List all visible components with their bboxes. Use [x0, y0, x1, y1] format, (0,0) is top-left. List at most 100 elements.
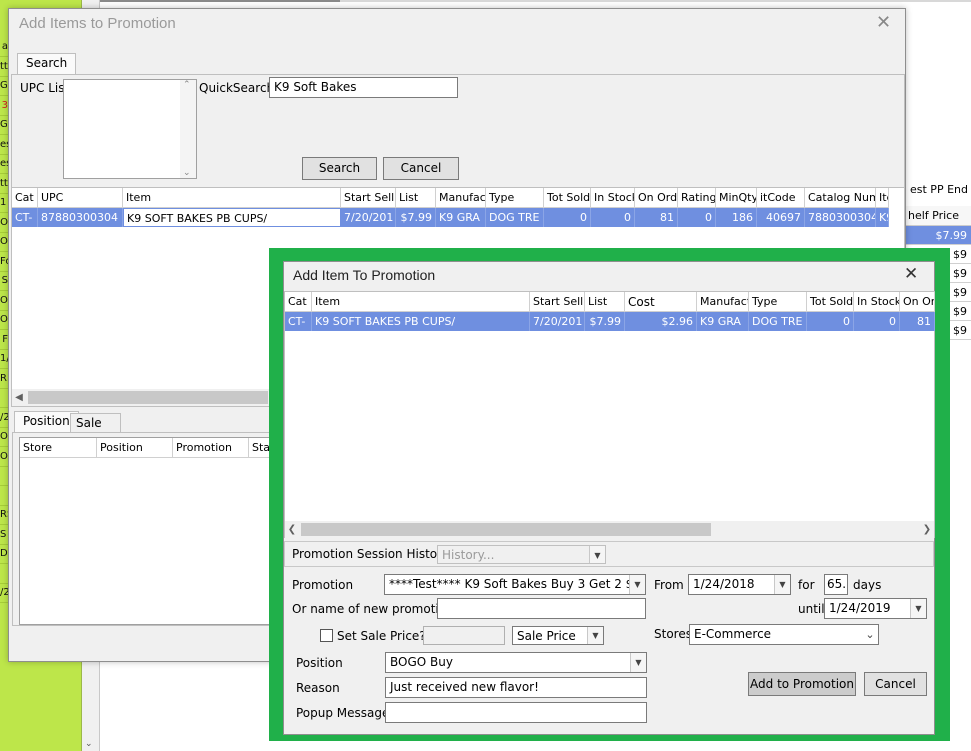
- scroll-up-icon[interactable]: ⌃: [183, 80, 191, 90]
- column-header-ite[interactable]: Ite: [876, 188, 889, 208]
- new-promotion-label: Or name of new promotion:: [292, 602, 458, 616]
- add-item-dialog: Add Item To Promotion ✕ Cat Item Start Sel…: [283, 261, 935, 735]
- table-cell-itcode[interactable]: 40697: [757, 208, 805, 227]
- quicksearch-input[interactable]: K9 Soft Bakes: [269, 77, 458, 98]
- table-cell-tot-sold[interactable]: 0: [807, 312, 854, 331]
- cancel-button[interactable]: Cancel: [864, 672, 927, 696]
- table-cell-type[interactable]: DOG TRE: [749, 312, 807, 331]
- new-promotion-input[interactable]: [437, 598, 646, 619]
- column-header-rating[interactable]: Rating: [678, 188, 716, 208]
- from-date-picker[interactable]: 1/24/2018 ▼: [688, 574, 791, 595]
- reason-input[interactable]: Just received new flavor!: [385, 677, 647, 698]
- scroll-left-icon[interactable]: ◀: [12, 389, 26, 406]
- column-header-cat[interactable]: Cat: [12, 188, 38, 208]
- session-history-dropdown[interactable]: History... ▼: [437, 545, 606, 564]
- table-cell-on-ord[interactable]: 81: [900, 312, 935, 331]
- column-header-catalog-number[interactable]: Catalog Number: [805, 188, 876, 208]
- position-grid: Store Position Promotion Star: [19, 437, 272, 625]
- background-grid-header: est PP End D: [906, 180, 971, 200]
- table-cell-upc[interactable]: 87880300304: [38, 208, 123, 227]
- column-header-promotion[interactable]: Promotion: [173, 438, 249, 458]
- column-header-cat[interactable]: Cat: [285, 292, 312, 312]
- sale-price-input[interactable]: [423, 626, 505, 645]
- column-header-type[interactable]: Type: [749, 292, 807, 312]
- stores-dropdown[interactable]: E-Commerce ⌄: [689, 624, 879, 645]
- table-cell-cost[interactable]: $2.96: [625, 312, 697, 331]
- column-header-manufact[interactable]: Manufact: [697, 292, 749, 312]
- close-icon[interactable]: ✕: [904, 264, 918, 284]
- table-cell-rating[interactable]: 0: [678, 208, 716, 227]
- column-header-on-ord[interactable]: On Ord: [900, 292, 935, 312]
- scrollbar-thumb[interactable]: [301, 523, 711, 536]
- column-header-start-sell[interactable]: Start Sell: [341, 188, 396, 208]
- add-to-promotion-button[interactable]: Add to Promotion: [748, 672, 856, 696]
- column-header-list[interactable]: List: [396, 188, 436, 208]
- cancel-button[interactable]: Cancel: [383, 157, 459, 180]
- position-dropdown[interactable]: BOGO Buy ▼: [385, 652, 647, 673]
- column-header-item[interactable]: Item: [123, 188, 341, 208]
- column-header-position[interactable]: Position: [97, 438, 173, 458]
- table-cell-start-sell[interactable]: 7/20/201: [341, 208, 396, 227]
- dialog-title: Add Items to Promotion: [19, 15, 176, 32]
- upc-list-textarea[interactable]: ⌃ ⌄: [63, 79, 197, 179]
- table-cell-list[interactable]: $7.99: [396, 208, 436, 227]
- table-cell-cat[interactable]: CT-: [285, 312, 312, 331]
- item-horizontal-scrollbar[interactable]: ❮ ❯: [285, 521, 934, 538]
- sale-price-type-dropdown[interactable]: Sale Price ▼: [512, 626, 604, 645]
- table-cell-in-stock[interactable]: 0: [854, 312, 900, 331]
- position-label: Position: [296, 656, 343, 670]
- column-header-tot-sold[interactable]: Tot Sold: [544, 188, 591, 208]
- results-horizontal-scrollbar[interactable]: ◀: [12, 389, 272, 406]
- column-header-start-sell[interactable]: Start Sell: [530, 292, 585, 312]
- table-cell-cat[interactable]: CT-: [12, 208, 38, 227]
- scroll-right-icon[interactable]: ❯: [920, 521, 934, 538]
- table-cell-ite[interactable]: K9: [876, 208, 889, 227]
- column-header-upc[interactable]: UPC: [38, 188, 123, 208]
- table-cell-catalog-number[interactable]: 7880300304: [805, 208, 876, 227]
- chevron-down-icon: ▼: [589, 546, 605, 563]
- column-header-type[interactable]: Type: [486, 188, 544, 208]
- close-icon[interactable]: ✕: [876, 12, 891, 33]
- table-cell-tot-sold[interactable]: 0: [544, 208, 591, 227]
- column-header-min-qty[interactable]: MinQty: [716, 188, 757, 208]
- column-header-tot-sold[interactable]: Tot Sold: [807, 292, 854, 312]
- scroll-down-icon[interactable]: ⌄: [85, 739, 93, 749]
- column-header-list[interactable]: List: [585, 292, 625, 312]
- table-cell-start-sell[interactable]: 7/20/201: [530, 312, 585, 331]
- stores-value: E-Commerce: [694, 627, 772, 641]
- until-date-picker[interactable]: 1/24/2019 ▼: [824, 598, 927, 619]
- table-cell-item[interactable]: K9 SOFT BAKES PB CUPS/: [123, 208, 341, 227]
- chevron-down-icon: ▼: [629, 575, 645, 594]
- table-cell-min-qty[interactable]: 186: [716, 208, 757, 227]
- scrollbar-thumb[interactable]: [28, 391, 268, 404]
- table-cell-item[interactable]: K9 SOFT BAKES PB CUPS/: [312, 312, 530, 331]
- table-cell-type[interactable]: DOG TRE: [486, 208, 544, 227]
- column-header-cost[interactable]: Cost: [625, 292, 697, 312]
- column-header-itcode[interactable]: itCode: [757, 188, 805, 208]
- table-cell-list[interactable]: $7.99: [585, 312, 625, 331]
- scroll-left-icon[interactable]: ❮: [285, 521, 299, 538]
- days-input[interactable]: 65.: [824, 574, 848, 595]
- tab-search[interactable]: Search: [17, 53, 77, 74]
- search-button[interactable]: Search: [302, 157, 377, 180]
- scroll-down-icon[interactable]: ⌄: [183, 168, 191, 178]
- promotion-value: ****Test**** K9 Soft Bakes Buy 3 Get 2 $…: [389, 577, 646, 591]
- table-cell-in-stock[interactable]: 0: [591, 208, 635, 227]
- popup-message-input[interactable]: [385, 702, 647, 723]
- tab-sale[interactable]: Sale: [70, 413, 121, 432]
- promotion-dropdown[interactable]: ****Test**** K9 Soft Bakes Buy 3 Get 2 $…: [384, 574, 646, 595]
- set-sale-price-checkbox[interactable]: [320, 629, 333, 642]
- column-header-store[interactable]: Store: [20, 438, 97, 458]
- table-cell-manufact[interactable]: K9 GRA: [697, 312, 749, 331]
- promotion-label: Promotion: [292, 578, 354, 592]
- column-header-manufact[interactable]: Manufact: [436, 188, 486, 208]
- column-header-in-stock[interactable]: In Stock: [854, 292, 900, 312]
- until-date-value: 1/24/2019: [829, 601, 891, 615]
- column-header-item[interactable]: Item: [312, 292, 530, 312]
- upc-list-scrollbar[interactable]: ⌃ ⌄: [180, 80, 196, 178]
- column-header-on-ord[interactable]: On Ord: [635, 188, 678, 208]
- background-grid-row[interactable]: $7.99: [906, 226, 971, 245]
- table-cell-on-ord[interactable]: 81: [635, 208, 678, 227]
- table-cell-manufact[interactable]: K9 GRA: [436, 208, 486, 227]
- column-header-in-stock[interactable]: In Stock: [591, 188, 635, 208]
